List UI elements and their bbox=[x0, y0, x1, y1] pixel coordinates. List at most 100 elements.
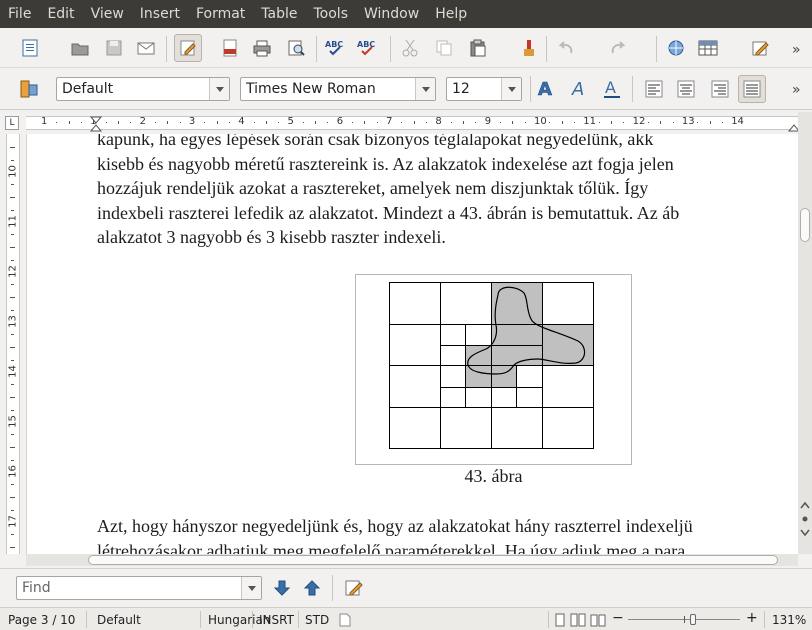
horizontal-scrollbar[interactable] bbox=[26, 554, 798, 566]
font-size-combo[interactable]: 12 bbox=[446, 77, 522, 101]
zoom-out-button[interactable]: − bbox=[612, 610, 624, 626]
ruler-tick bbox=[265, 121, 267, 124]
find-replace-icon[interactable] bbox=[340, 574, 368, 602]
horizontal-scroll-thumb[interactable] bbox=[88, 555, 778, 565]
book-view-icon[interactable] bbox=[590, 613, 606, 627]
toolbar-overflow-icon[interactable]: » bbox=[792, 42, 801, 58]
ruler-dot bbox=[327, 122, 329, 123]
bold-icon[interactable]: A bbox=[532, 75, 560, 103]
menu-table[interactable]: Table bbox=[253, 0, 305, 28]
italic-icon[interactable]: A bbox=[566, 75, 594, 103]
styles-formatting-icon[interactable] bbox=[16, 75, 44, 103]
menu-edit[interactable]: Edit bbox=[39, 0, 82, 28]
toolbar-separator bbox=[316, 36, 317, 62]
ruler-dot bbox=[130, 122, 132, 123]
vertical-scrollbar[interactable] bbox=[798, 112, 812, 554]
print-preview-icon[interactable] bbox=[282, 34, 310, 62]
menu-view[interactable]: View bbox=[83, 0, 132, 28]
page-indicator[interactable]: Page 3 / 10 bbox=[8, 613, 75, 627]
find-next-button[interactable] bbox=[268, 574, 296, 602]
toolbar-overflow-icon[interactable]: » bbox=[792, 82, 801, 98]
page-margin-line bbox=[26, 134, 27, 554]
ruler-tick bbox=[68, 121, 70, 124]
insert-mode-indicator[interactable]: INSRT bbox=[259, 613, 294, 627]
find-placeholder: Find bbox=[22, 580, 51, 596]
svg-text:A: A bbox=[538, 79, 552, 100]
font-name-combo[interactable]: Times New Roman bbox=[240, 77, 436, 101]
align-left-icon[interactable] bbox=[640, 75, 668, 103]
toolbar-separator bbox=[546, 36, 547, 62]
draw-functions-icon[interactable] bbox=[746, 34, 774, 62]
font-size-value: 12 bbox=[452, 81, 470, 97]
chevron-down-icon[interactable] bbox=[501, 78, 521, 100]
menu-insert[interactable]: Insert bbox=[132, 0, 188, 28]
find-previous-button[interactable] bbox=[298, 574, 326, 602]
underline-icon[interactable]: A bbox=[598, 75, 626, 103]
table-icon[interactable] bbox=[694, 34, 722, 62]
font-name-value: Times New Roman bbox=[246, 81, 376, 97]
align-center-icon[interactable] bbox=[672, 75, 700, 103]
print-icon[interactable] bbox=[248, 34, 276, 62]
undo-icon[interactable] bbox=[552, 34, 580, 62]
hyperlink-icon[interactable] bbox=[662, 34, 690, 62]
toolbar-separator bbox=[530, 76, 531, 102]
ruler-dot bbox=[500, 122, 502, 123]
chevron-down-icon[interactable] bbox=[209, 78, 229, 100]
figure-frame[interactable] bbox=[355, 274, 632, 465]
tab-stop-selector[interactable]: L bbox=[5, 116, 19, 130]
paragraph-style-combo[interactable]: Default bbox=[56, 77, 230, 101]
align-right-icon[interactable] bbox=[706, 75, 734, 103]
indent-marker-icon[interactable] bbox=[90, 116, 102, 132]
selection-mode-indicator[interactable]: STD bbox=[305, 613, 329, 627]
find-input[interactable]: Find bbox=[16, 576, 262, 600]
ruler-tick bbox=[315, 121, 317, 124]
menu-tools[interactable]: Tools bbox=[306, 0, 357, 28]
status-separator bbox=[200, 611, 201, 628]
export-pdf-icon[interactable] bbox=[216, 34, 244, 62]
menu-file[interactable]: File bbox=[0, 0, 39, 28]
menu-window[interactable]: Window bbox=[356, 0, 427, 28]
previous-page-icon[interactable] bbox=[800, 500, 810, 510]
ruler-dot bbox=[302, 122, 304, 123]
formatting-toolbar: Default Times New Roman 12 A A A » bbox=[0, 68, 812, 110]
cut-icon[interactable] bbox=[396, 34, 424, 62]
clone-formatting-icon[interactable] bbox=[514, 34, 542, 62]
copy-icon[interactable] bbox=[430, 34, 458, 62]
vertical-scroll-thumb[interactable] bbox=[800, 208, 810, 242]
new-document-icon[interactable] bbox=[16, 34, 44, 62]
ruler-dot bbox=[401, 122, 403, 123]
paragraph-top[interactable]: kapunk, ha egyes lépések során csak bizo… bbox=[97, 134, 797, 250]
menu-format[interactable]: Format bbox=[188, 0, 253, 28]
chevron-down-icon[interactable] bbox=[241, 577, 261, 599]
justify-icon[interactable] bbox=[738, 75, 766, 103]
paste-icon[interactable] bbox=[464, 34, 492, 62]
zoom-level[interactable]: 131% bbox=[772, 613, 806, 627]
vertical-ruler-tick bbox=[11, 284, 14, 285]
edit-mode-icon[interactable] bbox=[174, 34, 202, 62]
ruler-dot bbox=[80, 122, 82, 123]
redo-icon[interactable] bbox=[604, 34, 632, 62]
document-page[interactable]: kapunk, ha egyes lépések során csak bizo… bbox=[26, 134, 798, 554]
save-icon[interactable] bbox=[100, 34, 128, 62]
paragraph-bottom[interactable]: Azt, hogy hányszor negyedeljünk és, hogy… bbox=[97, 514, 797, 554]
page-style-indicator[interactable]: Default bbox=[97, 613, 141, 627]
vertical-ruler-tick bbox=[11, 434, 14, 435]
vertical-ruler-tick bbox=[11, 510, 14, 511]
single-page-view-icon[interactable] bbox=[554, 613, 566, 627]
multi-page-view-icon[interactable] bbox=[570, 613, 586, 627]
navigator-dot-icon[interactable] bbox=[800, 514, 810, 524]
menu-bar: File Edit View Insert Format Table Tools… bbox=[0, 0, 812, 28]
zoom-slider-center-mark bbox=[684, 616, 685, 623]
spellcheck-icon[interactable]: ABC bbox=[322, 34, 350, 62]
email-icon[interactable] bbox=[132, 34, 160, 62]
menu-help[interactable]: Help bbox=[427, 0, 475, 28]
ruler-dot bbox=[524, 122, 526, 123]
ruler-tick bbox=[117, 121, 119, 124]
autospellcheck-icon[interactable]: ABC bbox=[354, 34, 382, 62]
zoom-slider-thumb[interactable] bbox=[690, 614, 696, 625]
next-page-icon[interactable] bbox=[800, 528, 810, 538]
ruler-number: 9 bbox=[484, 116, 492, 127]
zoom-in-button[interactable]: + bbox=[746, 610, 758, 626]
open-folder-icon[interactable] bbox=[66, 34, 94, 62]
chevron-down-icon[interactable] bbox=[415, 78, 435, 100]
